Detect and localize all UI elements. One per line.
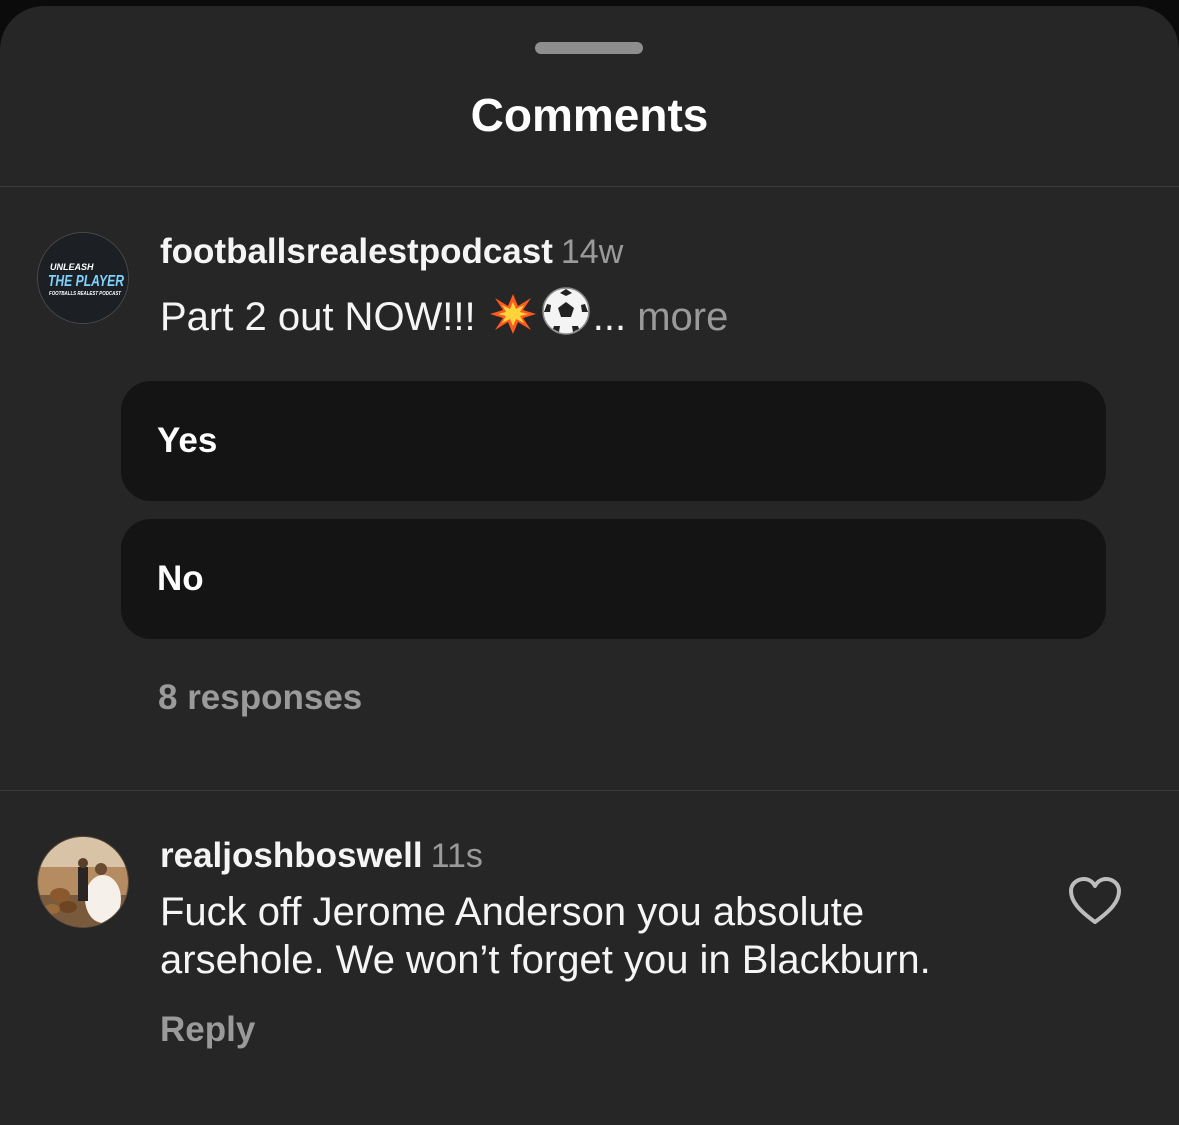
heart-outline-icon[interactable]: [1068, 876, 1122, 926]
comment-timestamp: 11s: [430, 837, 483, 875]
poll-option-label: Yes: [157, 421, 218, 460]
sheet-grabber-handle[interactable]: [535, 42, 643, 54]
more-link[interactable]: more: [626, 295, 728, 339]
svg-text:THE PLAYER: THE PLAYER: [48, 273, 124, 290]
comment-header: footballsrealestpodcast 14w: [160, 232, 623, 272]
wedding-photo-image: [38, 837, 128, 927]
poll-responses-count[interactable]: 8 responses: [158, 678, 362, 718]
comment-body: Part 2 out NOW!!! ... more: [160, 286, 728, 347]
header-divider: [0, 186, 1179, 187]
comment-divider: [0, 790, 1179, 791]
comment-text-line: arsehole. We won’t forget you in Blackbu…: [160, 938, 931, 982]
reply-button[interactable]: Reply: [160, 1010, 255, 1050]
comment-text: Part 2 out NOW!!!: [160, 295, 487, 339]
comment-header: realjoshboswell 11s: [160, 836, 483, 876]
comments-sheet: Comments UNLEASH THE PLAYER FOOTBALLS RE…: [0, 6, 1179, 1125]
collision-emoji-icon: [489, 292, 537, 347]
sheet-title: Comments: [470, 89, 709, 141]
soccer-ball-emoji-icon: [541, 286, 591, 347]
podcast-avatar[interactable]: UNLEASH THE PLAYER FOOTBALLS REALEST POD…: [37, 232, 129, 324]
comment-body: Fuck off Jerome Anderson you absolute ar…: [160, 888, 931, 984]
comment-username[interactable]: footballsrealestpodcast: [160, 232, 553, 271]
podcast-logo-image: UNLEASH THE PLAYER FOOTBALLS REALEST POD…: [38, 233, 128, 323]
poll-option-no[interactable]: No: [121, 519, 1106, 639]
poll-option-yes[interactable]: Yes: [121, 381, 1106, 501]
svg-text:UNLEASH: UNLEASH: [50, 262, 94, 272]
comment-text-line: Fuck off Jerome Anderson you absolute: [160, 890, 865, 934]
comment-ellipsis: ...: [592, 295, 627, 339]
svg-text:FOOTBALLS REALEST PODCAST: FOOTBALLS REALEST PODCAST: [49, 291, 122, 297]
comment-timestamp: 14w: [560, 233, 624, 271]
comment-username[interactable]: realjoshboswell: [160, 836, 423, 875]
poll-option-label: No: [157, 559, 204, 598]
user-avatar[interactable]: [37, 836, 129, 928]
